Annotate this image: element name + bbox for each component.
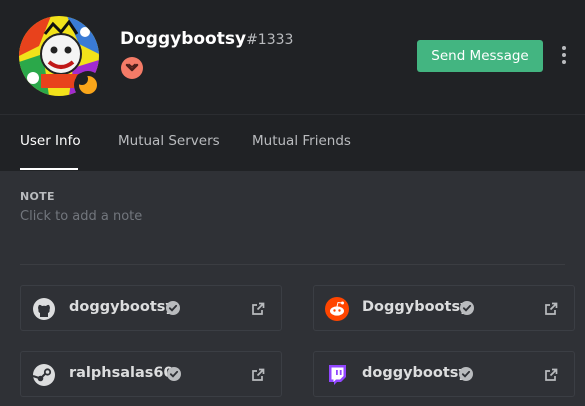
tab-mutual-friends[interactable]: Mutual Friends <box>252 133 351 149</box>
note-label: NOTE <box>20 190 55 203</box>
connection-name: doggybootsy <box>362 365 468 381</box>
more-options-icon[interactable] <box>559 44 569 66</box>
send-message-button[interactable]: Send Message <box>417 40 543 72</box>
tab-user-info[interactable]: User Info <box>20 133 81 149</box>
discriminator: #1333 <box>246 32 294 48</box>
connection-name: ralphsalas60 <box>69 365 174 381</box>
steam-icon <box>32 364 55 386</box>
twitch-icon <box>329 365 346 385</box>
github-icon <box>33 298 55 320</box>
connection-steam[interactable]: ralphsalas60 <box>20 351 282 397</box>
external-link-icon[interactable] <box>250 301 266 317</box>
external-link-icon[interactable] <box>543 367 559 383</box>
profile-header: Doggybootsy#1333 Send Message <box>0 0 585 115</box>
connection-name: Doggybootsy <box>362 299 470 315</box>
connection-github[interactable]: doggybootsy <box>20 285 282 331</box>
idle-status-icon <box>74 71 102 99</box>
connection-name: doggybootsy <box>69 299 175 315</box>
profile-tabs: User Info Mutual Servers Mutual Friends <box>0 115 585 171</box>
external-link-icon[interactable] <box>543 301 559 317</box>
section-divider <box>20 264 565 265</box>
connection-reddit[interactable]: Doggybootsy <box>313 285 575 331</box>
reddit-icon <box>325 297 349 321</box>
external-link-icon[interactable] <box>250 367 266 383</box>
note-input[interactable]: Click to add a note <box>20 209 142 224</box>
connection-twitch[interactable]: doggybootsy <box>313 351 575 397</box>
verified-check-icon <box>460 301 474 315</box>
verified-check-icon <box>166 301 180 315</box>
hypesquad-badge-icon[interactable] <box>121 57 143 79</box>
verified-check-icon <box>459 367 473 381</box>
tab-mutual-servers[interactable]: Mutual Servers <box>118 133 220 149</box>
verified-check-icon <box>167 367 181 381</box>
username: Doggybootsy <box>120 29 247 49</box>
active-tab-indicator <box>20 168 78 170</box>
username-line: Doggybootsy#1333 <box>120 29 293 49</box>
